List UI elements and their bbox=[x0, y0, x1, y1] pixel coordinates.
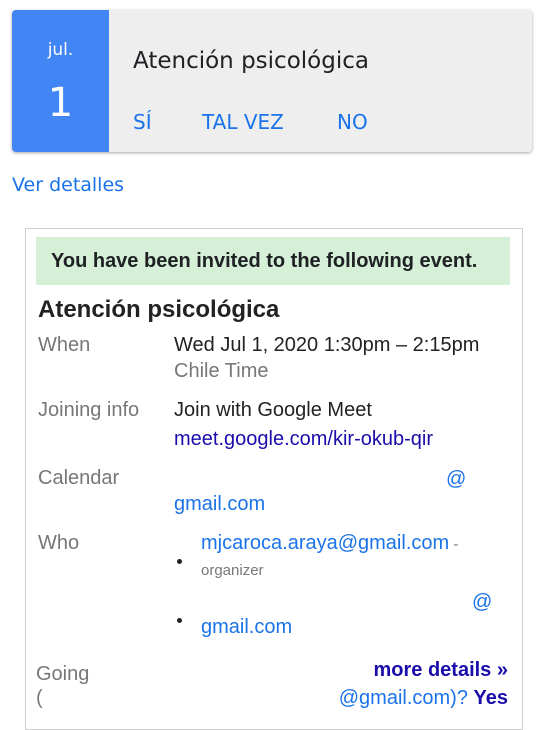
calendar-domain[interactable]: gmail.com bbox=[174, 493, 265, 516]
organizer-dash: - bbox=[449, 536, 459, 553]
when-timezone: Chile Time bbox=[174, 360, 269, 382]
when-value: Wed Jul 1, 2020 1:30pm – 2:15pm bbox=[174, 334, 480, 356]
event-title: Atención psicológica bbox=[133, 48, 369, 74]
organizer-email[interactable]: mjcaroca.araya@gmail.com bbox=[201, 532, 449, 554]
calendar-at[interactable]: @ bbox=[446, 468, 466, 491]
meet-link[interactable]: meet.google.com/kir-okub-qir bbox=[174, 428, 433, 451]
going-paren: ( bbox=[36, 687, 43, 709]
calendar-label: Calendar bbox=[38, 467, 120, 489]
rsvp-maybe-button[interactable]: TAL VEZ bbox=[202, 110, 284, 134]
when-label: When bbox=[38, 334, 91, 356]
going-yes-link[interactable]: Yes bbox=[474, 687, 508, 709]
joining-label: Joining info bbox=[38, 399, 140, 421]
guest-domain[interactable]: gmail.com bbox=[201, 616, 292, 639]
email-body: You have been invited to the following e… bbox=[25, 228, 523, 730]
who-label: Who bbox=[38, 532, 80, 554]
guest-bullet bbox=[177, 618, 182, 623]
going-label: Going bbox=[36, 663, 90, 685]
guest-at[interactable]: @ bbox=[472, 591, 492, 614]
view-details-link[interactable]: Ver detalles bbox=[12, 174, 124, 196]
more-details-link[interactable]: more details » bbox=[373, 659, 508, 682]
date-block: jul. 1 bbox=[12, 10, 109, 152]
date-day: 1 bbox=[47, 80, 74, 126]
rsvp-yes-button[interactable]: SÍ bbox=[133, 110, 152, 134]
going-response: @gmail.com)? Yes bbox=[339, 687, 508, 710]
mail-event-title: Atención psicológica bbox=[38, 296, 280, 323]
organizer-entry: mjcaroca.araya@gmail.com - bbox=[201, 532, 458, 555]
event-card[interactable]: jul. 1 Atención psicológica SÍ TAL VEZ N… bbox=[12, 10, 532, 152]
rsvp-no-button[interactable]: NO bbox=[337, 110, 368, 134]
date-month: jul. bbox=[47, 40, 74, 60]
joining-value: Join with Google Meet bbox=[174, 399, 372, 421]
going-email: @gmail.com)? bbox=[338, 687, 468, 709]
invite-banner: You have been invited to the following e… bbox=[36, 237, 510, 285]
organizer-tag: organizer bbox=[201, 562, 264, 579]
who-bullet bbox=[177, 559, 182, 564]
